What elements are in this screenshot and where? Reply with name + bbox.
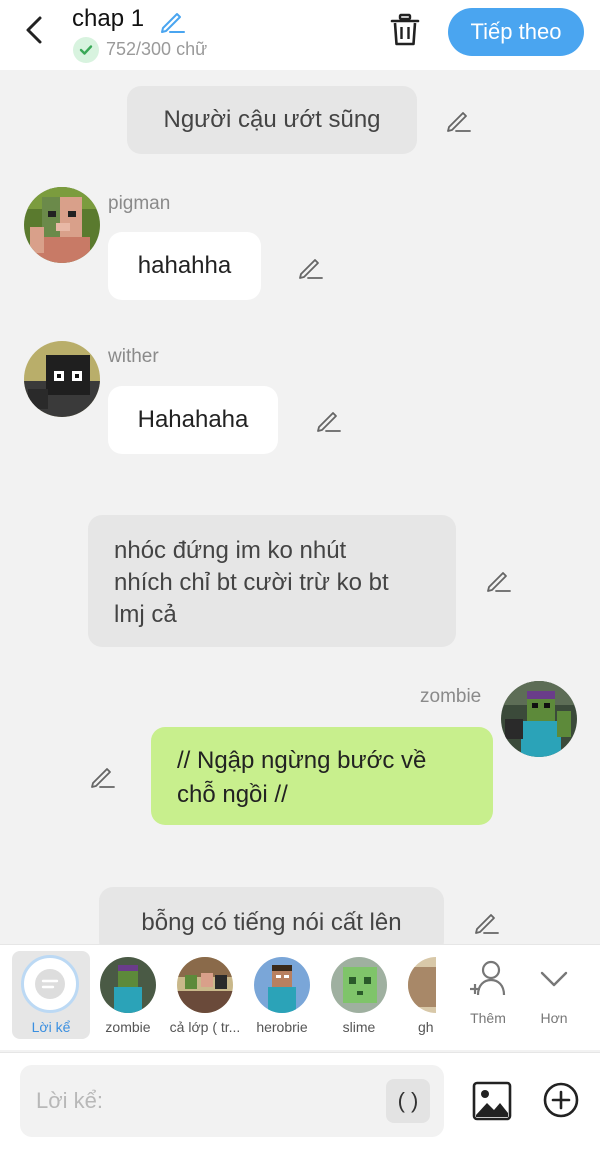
character-label: herobrie — [256, 1019, 308, 1035]
speaker-name: zombie — [420, 686, 482, 707]
parentheses-button[interactable]: ( ) — [386, 1079, 430, 1123]
edit-title-icon[interactable] — [158, 7, 186, 35]
character-selector: Lời kể zombie cả lớp ( tr... herobrie sl… — [0, 944, 600, 1050]
character-herobrine[interactable]: herobrie — [244, 957, 320, 1035]
narrator-label: Lời kể — [31, 1019, 71, 1035]
edit-message-icon[interactable] — [88, 762, 116, 790]
avatar-zombie[interactable] — [501, 681, 577, 757]
narration-bubble[interactable]: Người cậu ướt sũng — [127, 86, 417, 154]
edit-message-icon[interactable] — [472, 908, 500, 936]
avatar — [177, 957, 233, 1013]
avatar-wither[interactable] — [24, 341, 100, 417]
edit-message-icon[interactable] — [296, 253, 324, 281]
avatar — [254, 957, 310, 1013]
message-input[interactable] — [36, 1081, 376, 1121]
add-character-button[interactable]: Thêm — [458, 959, 518, 1026]
own-message-bubble[interactable]: // Ngập ngừng bước về chỗ ngồi // — [151, 727, 493, 825]
narration-bubble[interactable]: nhóc đứng im ko nhút nhích chỉ bt cười t… — [88, 515, 456, 647]
character-label: gh — [418, 1019, 434, 1035]
edit-message-icon[interactable] — [444, 106, 472, 134]
message-line: // Ngập ngừng bước về — [177, 747, 427, 774]
message-input-box: ( ) — [20, 1065, 444, 1137]
avatar — [408, 957, 436, 1013]
narration-line: nhóc đứng im ko nhút — [114, 537, 347, 564]
edit-message-icon[interactable] — [484, 566, 512, 594]
add-circle-icon[interactable] — [542, 1081, 580, 1119]
character-label: zombie — [105, 1019, 151, 1035]
character-label: slime — [342, 1019, 376, 1035]
top-bar: chap 1 752/300 chữ Tiếp theo — [0, 0, 600, 70]
chapter-title: chap 1 — [72, 5, 145, 32]
character-gh[interactable]: gh — [398, 957, 436, 1035]
more-label: Hơn — [540, 1010, 568, 1026]
chevron-down-icon — [540, 971, 568, 987]
character-label: cả lớp ( tr... — [169, 1019, 241, 1035]
edit-message-icon[interactable] — [314, 406, 342, 434]
narrator-tab[interactable]: Lời kể — [12, 951, 90, 1039]
trash-icon[interactable] — [388, 12, 422, 48]
narration-line: nhích chỉ bt cười trừ ko bt — [114, 569, 389, 596]
speaker-name: pigman — [108, 193, 171, 214]
message-line: chỗ ngồi // — [177, 781, 288, 808]
narration-line: lmj cả — [114, 601, 177, 628]
avatar-pigman[interactable] — [24, 187, 100, 263]
check-icon — [73, 37, 99, 63]
speaker-name: wither — [108, 346, 159, 367]
narrator-icon — [21, 955, 79, 1013]
add-character-label: Thêm — [470, 1010, 506, 1026]
avatar — [100, 957, 156, 1013]
message-bubble[interactable]: Hahahaha — [108, 386, 278, 454]
word-count: 752/300 chữ — [106, 39, 208, 59]
image-icon[interactable] — [472, 1081, 512, 1121]
character-ca-lop[interactable]: cả lớp ( tr... — [167, 957, 243, 1035]
character-slime[interactable]: slime — [321, 957, 397, 1035]
next-button[interactable]: Tiếp theo — [448, 8, 584, 56]
composer: ( ) — [0, 1052, 600, 1160]
add-person-icon — [470, 960, 506, 996]
message-bubble[interactable]: hahahha — [108, 232, 261, 300]
avatar — [331, 957, 387, 1013]
character-zombie[interactable]: zombie — [90, 957, 166, 1035]
back-arrow-icon[interactable] — [20, 14, 52, 46]
more-button[interactable]: Hơn — [524, 959, 584, 1026]
